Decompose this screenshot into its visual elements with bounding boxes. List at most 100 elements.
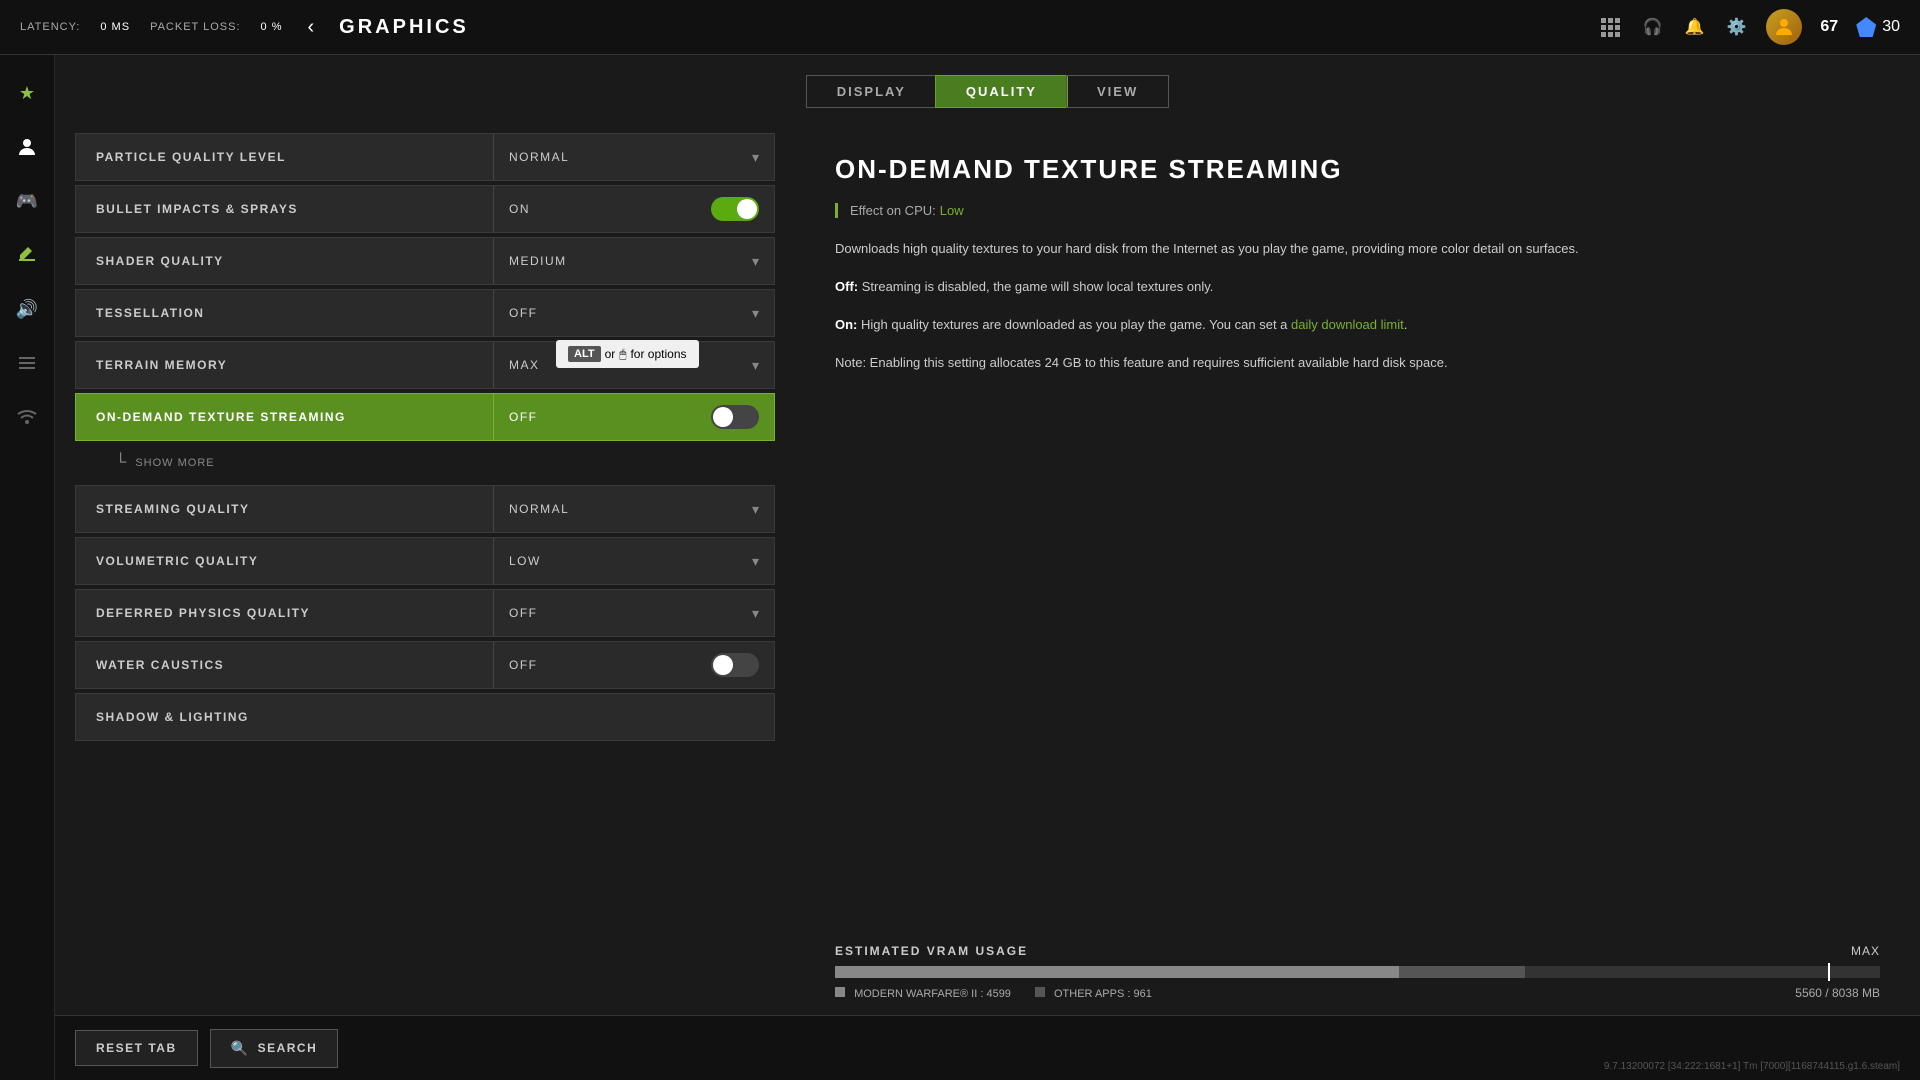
settings-panel: PARTICLE QUALITY LEVEL NORMAL ▾ BULLET I… — [55, 123, 795, 1080]
avatar[interactable] — [1766, 9, 1802, 45]
sidebar-icon-wifi[interactable] — [9, 399, 45, 435]
headset-icon[interactable]: 🎧 — [1640, 15, 1664, 39]
info-desc-3-link[interactable]: daily download limit — [1291, 317, 1404, 332]
dropdown-arrow: ▾ — [752, 253, 759, 270]
info-desc-3-prefix: On: — [835, 317, 857, 332]
toggle-bullet-impacts[interactable] — [711, 197, 759, 221]
dropdown-arrow: ▾ — [752, 149, 759, 166]
tab-quality[interactable]: QUALITY — [935, 75, 1068, 108]
setting-tessellation[interactable]: TESSELLATION OFF ▾ — [75, 289, 775, 337]
setting-value-text: LOW — [509, 554, 541, 568]
back-button[interactable]: ‹ — [303, 11, 320, 44]
settings-icon[interactable]: ⚙️ — [1724, 15, 1748, 39]
tab-display[interactable]: DISPLAY — [806, 75, 937, 108]
setting-value: LOW ▾ — [494, 553, 774, 570]
vram-marker — [1828, 963, 1830, 981]
info-desc-2-main: Streaming is disabled, the game will sho… — [858, 279, 1213, 294]
vram-other-value: 961 — [1133, 988, 1151, 1000]
setting-streaming-quality[interactable]: STREAMING QUALITY NORMAL ▾ — [75, 485, 775, 533]
vram-header: ESTIMATED VRAM USAGE MAX — [835, 944, 1880, 958]
setting-label: TERRAIN MEMORY — [76, 358, 493, 372]
page-title: GRAPHICS — [339, 16, 469, 39]
setting-shader-quality[interactable]: SHADER QUALITY MEDIUM ▾ — [75, 237, 775, 285]
tooltip-alt-key: ALT — [568, 346, 601, 362]
dropdown-arrow: ▾ — [752, 553, 759, 570]
setting-value: OFF ▾ — [494, 305, 774, 322]
grid-menu-icon[interactable] — [1598, 15, 1622, 39]
reset-tab-button[interactable]: RESET TAB — [75, 1030, 198, 1066]
info-desc-4: Note: Enabling this setting allocates 24… — [835, 352, 1880, 374]
left-sidebar: ★ 🎮 🔊 — [0, 55, 55, 1080]
setting-label: PARTICLE QUALITY LEVEL — [76, 150, 493, 164]
info-desc-3: On: High quality textures are downloaded… — [835, 314, 1880, 336]
vram-legend: MODERN WARFARE® II : 4599 OTHER APPS : 9… — [835, 986, 1880, 1000]
vram-other-label: OTHER APPS : — [1054, 988, 1130, 1000]
packet-loss-value: 0 % — [261, 21, 283, 33]
setting-terrain-memory[interactable]: TERRAIN MEMORY MAX ▾ ALT or 🖱 for option… — [75, 341, 775, 389]
setting-value: NORMAL ▾ — [494, 501, 774, 518]
setting-value-text: OFF — [509, 410, 538, 424]
search-icon: 🔍 — [231, 1040, 250, 1057]
setting-label: SHADOW & LIGHTING — [76, 710, 774, 724]
tooltip-mouse: 🖱 — [619, 347, 626, 362]
setting-label: VOLUMETRIC QUALITY — [76, 554, 493, 568]
top-bar-left: LATENCY: 0 MS PACKET LOSS: 0 % ‹ GRAPHIC… — [20, 11, 469, 44]
sidebar-icon-edit[interactable] — [9, 237, 45, 273]
dropdown-arrow: ▾ — [752, 605, 759, 622]
legend-dot-mw — [835, 987, 845, 997]
show-more-row[interactable]: └ SHOW MORE — [75, 445, 775, 481]
search-button[interactable]: 🔍 SEARCH — [210, 1029, 339, 1068]
sidebar-icon-list[interactable] — [9, 345, 45, 381]
toggle-knob — [713, 655, 733, 675]
setting-label: TESSELLATION — [76, 306, 493, 320]
setting-label: BULLET IMPACTS & SPRAYS — [76, 202, 493, 216]
show-more-label: SHOW MORE — [135, 457, 214, 469]
toggle-knob — [737, 199, 757, 219]
sidebar-icon-person[interactable] — [9, 129, 45, 165]
vram-section: ESTIMATED VRAM USAGE MAX MODERN WARFARE®… — [835, 944, 1880, 1000]
tooltip-suffix: for options — [630, 347, 686, 361]
effect-value: Low — [940, 203, 964, 218]
setting-deferred-physics[interactable]: DEFERRED PHYSICS QUALITY OFF ▾ — [75, 589, 775, 637]
packet-loss-label: PACKET LOSS: — [150, 21, 240, 33]
setting-value-text: NORMAL — [509, 150, 569, 164]
reset-tab-label: RESET TAB — [96, 1041, 177, 1055]
setting-on-demand-texture[interactable]: ON-DEMAND TEXTURE STREAMING OFF — [75, 393, 775, 441]
info-desc-2: Off: Streaming is disabled, the game wil… — [835, 276, 1880, 298]
setting-value: OFF ▾ — [494, 605, 774, 622]
notification-icon[interactable]: 🔔 — [1682, 15, 1706, 39]
sidebar-icon-controller[interactable]: 🎮 — [9, 183, 45, 219]
setting-label: ON-DEMAND TEXTURE STREAMING — [76, 410, 493, 424]
setting-volumetric-quality[interactable]: VOLUMETRIC QUALITY LOW ▾ — [75, 537, 775, 585]
cod-points: 30 — [1856, 17, 1900, 37]
latency-info: LATENCY: 0 MS PACKET LOSS: 0 % — [20, 21, 283, 33]
effect-bar: Effect on CPU: Low — [835, 203, 1880, 218]
user-level: 67 — [1820, 18, 1838, 36]
sidebar-icon-star[interactable]: ★ — [9, 75, 45, 111]
setting-value-text: NORMAL — [509, 502, 569, 516]
bottom-bar: RESET TAB 🔍 SEARCH 9.7.13200072 [34:222:… — [55, 1015, 1920, 1080]
info-desc-3-suffix: . — [1404, 317, 1408, 332]
setting-water-caustics[interactable]: WATER CAUSTICS OFF — [75, 641, 775, 689]
setting-label: SHADER QUALITY — [76, 254, 493, 268]
cod-points-value: 30 — [1882, 18, 1900, 36]
latency-value: 0 MS — [100, 21, 130, 33]
cp-icon — [1856, 17, 1876, 37]
sidebar-icon-audio[interactable]: 🔊 — [9, 291, 45, 327]
info-desc-1: Downloads high quality textures to your … — [835, 238, 1880, 260]
toggle-water-caustics[interactable] — [711, 653, 759, 677]
dropdown-arrow: ▾ — [752, 501, 759, 518]
toggle-on-demand[interactable] — [711, 405, 759, 429]
setting-value: OFF — [494, 405, 774, 429]
setting-value-text: OFF — [509, 606, 538, 620]
tab-view[interactable]: VIEW — [1066, 75, 1169, 108]
setting-value: OFF — [494, 653, 774, 677]
setting-shadow-lighting[interactable]: SHADOW & LIGHTING — [75, 693, 775, 741]
setting-bullet-impacts[interactable]: BULLET IMPACTS & SPRAYS ON — [75, 185, 775, 233]
info-desc-2-prefix: Off: — [835, 279, 858, 294]
setting-value-text: OFF — [509, 658, 538, 672]
tab-nav: DISPLAY QUALITY VIEW — [55, 55, 1920, 123]
top-bar-right: 🎧 🔔 ⚙️ 67 30 — [1598, 9, 1900, 45]
dropdown-arrow: ▾ — [752, 357, 759, 374]
setting-particle-quality[interactable]: PARTICLE QUALITY LEVEL NORMAL ▾ — [75, 133, 775, 181]
